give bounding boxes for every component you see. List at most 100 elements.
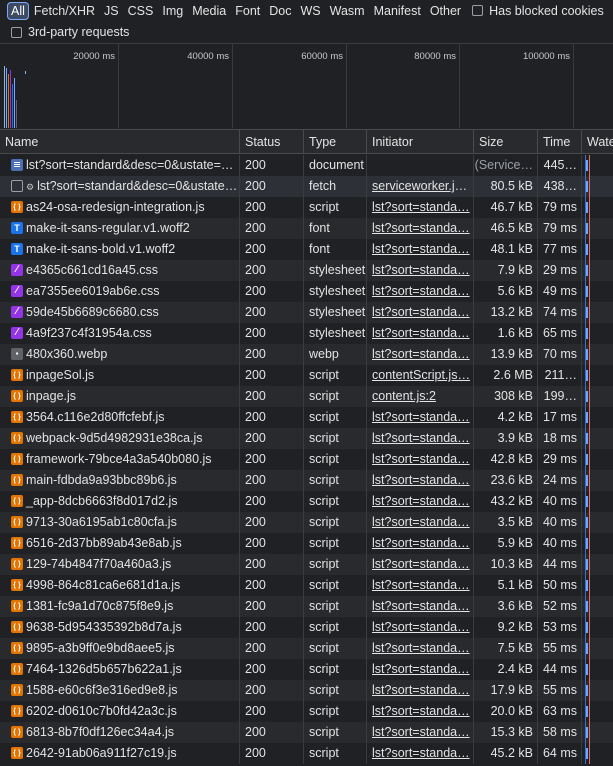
- initiator-cell[interactable]: lst?sort=standa…: [367, 680, 474, 701]
- initiator-cell[interactable]: lst?sort=standa…: [367, 344, 474, 365]
- blocked-cookies-checkbox[interactable]: [472, 5, 484, 16]
- table-row[interactable]: main-fdbda9a93bbc89b6.js 200scriptlst?sor…: [0, 470, 613, 491]
- filter-font[interactable]: Font: [231, 2, 264, 20]
- initiator-cell[interactable]: lst?sort=standa…: [367, 575, 474, 596]
- table-row[interactable]: 129-74b4847f70a460a3.js 200scriptlst?sort…: [0, 554, 613, 575]
- blocked-cookies-filter[interactable]: Has blocked cookies: [472, 4, 604, 18]
- request-name-cell[interactable]: ea7355ee6019ab6e.css: [0, 281, 240, 302]
- column-header-waterfall[interactable]: Waterfall: [582, 130, 613, 154]
- initiator-cell[interactable]: lst?sort=standa…: [367, 743, 474, 764]
- initiator-cell[interactable]: lst?sort=standa…: [367, 638, 474, 659]
- initiator-cell[interactable]: lst?sort=standa…: [367, 197, 474, 218]
- table-row[interactable]: 9638-5d954335392b8d7a.js 200scriptlst?sor…: [0, 617, 613, 638]
- initiator-cell[interactable]: lst?sort=standa…: [367, 554, 474, 575]
- table-row[interactable]: 1588-e60c6f3e316ed9e8.js 200scriptlst?sor…: [0, 680, 613, 701]
- request-name-cell[interactable]: 9895-a3b9ff0e9bd8aee5.js: [0, 638, 240, 659]
- request-name-cell[interactable]: framework-79bce4a3a540b080.js: [0, 449, 240, 470]
- column-header-type[interactable]: Type: [304, 130, 367, 154]
- filter-js[interactable]: JS: [100, 2, 123, 20]
- filter-manifest[interactable]: Manifest: [370, 2, 425, 20]
- filter-css[interactable]: CSS: [124, 2, 158, 20]
- third-party-checkbox[interactable]: [11, 26, 22, 38]
- initiator-cell[interactable]: contentScript.js…: [367, 365, 474, 386]
- request-name-cell[interactable]: 480x360.webp: [0, 344, 240, 365]
- filter-fetch-xhr[interactable]: Fetch/XHR: [30, 2, 99, 20]
- third-party-filter[interactable]: 3rd-party requests: [0, 22, 613, 42]
- initiator-cell[interactable]: lst?sort=standa…: [367, 281, 474, 302]
- request-name-cell[interactable]: 9713-30a6195ab1c80cfa.js: [0, 512, 240, 533]
- request-name-cell[interactable]: 2642-91ab06a911f27c19.js: [0, 743, 240, 764]
- request-name-cell[interactable]: inpageSol.js: [0, 365, 240, 386]
- request-name-cell[interactable]: 7464-1326d5b657b622a1.js: [0, 659, 240, 680]
- table-row[interactable]: 6813-8b7f0df126ec34a4.js 200scriptlst?sor…: [0, 722, 613, 743]
- initiator-cell[interactable]: lst?sort=standa…: [367, 302, 474, 323]
- table-row[interactable]: inpageSol.js 200scriptcontentScript.js…2.…: [0, 365, 613, 386]
- initiator-cell[interactable]: lst?sort=standa…: [367, 260, 474, 281]
- request-name-cell[interactable]: inpage.js: [0, 386, 240, 407]
- initiator-cell[interactable]: lst?sort=standa…: [367, 659, 474, 680]
- request-name-cell[interactable]: 6516-2d37bb89ab43e8ab.js: [0, 533, 240, 554]
- table-row[interactable]: as24-osa-redesign-integration.js 200scrip…: [0, 197, 613, 218]
- filter-other[interactable]: Other: [426, 2, 465, 20]
- initiator-cell[interactable]: lst?sort=standa…: [367, 491, 474, 512]
- timeline-overview[interactable]: 20000 ms 40000 ms 60000 ms 80000 ms 100000 m…: [0, 44, 613, 128]
- request-name-cell[interactable]: 3564.c116e2d80ffcfebf.js: [0, 407, 240, 428]
- initiator-cell[interactable]: lst?sort=standa…: [367, 470, 474, 491]
- request-name-cell[interactable]: 4998-864c81ca6e681d1a.js: [0, 575, 240, 596]
- request-name-cell[interactable]: main-fdbda9a93bbc89b6.js: [0, 470, 240, 491]
- initiator-cell[interactable]: lst?sort=standa…: [367, 323, 474, 344]
- table-row[interactable]: ea7355ee6019ab6e.css 200stylesheetlst?sor…: [0, 281, 613, 302]
- table-row[interactable]: 4a9f237c4f31954a.css 200stylesheetlst?sor…: [0, 323, 613, 344]
- request-name-cell[interactable]: _app-8dcb6663f8d017d2.js: [0, 491, 240, 512]
- table-row[interactable]: 6202-d0610c7b0fd42a3c.js 200scriptlst?sor…: [0, 701, 613, 722]
- filter-img[interactable]: Img: [158, 2, 187, 20]
- request-name-cell[interactable]: 6813-8b7f0df126ec34a4.js: [0, 722, 240, 743]
- initiator-cell[interactable]: content.js:2: [367, 386, 474, 407]
- initiator-cell[interactable]: lst?sort=standa…: [367, 218, 474, 239]
- table-row[interactable]: make-it-sans-regular.v1.woff2 200fontlst?…: [0, 218, 613, 239]
- request-name-cell[interactable]: 9638-5d954335392b8d7a.js: [0, 617, 240, 638]
- table-row[interactable]: e4365c661cd16a45.css 200stylesheetlst?sor…: [0, 260, 613, 281]
- initiator-cell[interactable]: lst?sort=standa…: [367, 512, 474, 533]
- request-name-cell[interactable]: 1588-e60c6f3e316ed9e8.js: [0, 680, 240, 701]
- table-row[interactable]: 480x360.webp 200webplst?sort=standa…13.9 …: [0, 344, 613, 365]
- table-row[interactable]: 7464-1326d5b657b622a1.js 200scriptlst?sor…: [0, 659, 613, 680]
- column-header-initiator[interactable]: Initiator: [367, 130, 474, 154]
- request-name-cell[interactable]: 1381-fc9a1d70c875f8e9.js: [0, 596, 240, 617]
- filter-all[interactable]: All: [7, 1, 29, 20]
- table-row[interactable]: 1381-fc9a1d70c875f8e9.js 200scriptlst?sor…: [0, 596, 613, 617]
- filter-media[interactable]: Media: [188, 2, 230, 20]
- filter-ws[interactable]: WS: [296, 2, 324, 20]
- table-row[interactable]: 59de45b6689c6680.css 200stylesheetlst?sor…: [0, 302, 613, 323]
- filter-doc[interactable]: Doc: [265, 2, 295, 20]
- table-row[interactable]: 3564.c116e2d80ffcfebf.js 200scriptlst?sor…: [0, 407, 613, 428]
- table-row[interactable]: 6516-2d37bb89ab43e8ab.js 200scriptlst?sor…: [0, 533, 613, 554]
- table-row[interactable]: make-it-sans-bold.v1.woff2 200fontlst?sor…: [0, 239, 613, 260]
- table-row[interactable]: 2642-91ab06a911f27c19.js 200scriptlst?sor…: [0, 743, 613, 764]
- request-name-cell[interactable]: make-it-sans-regular.v1.woff2: [0, 218, 240, 239]
- request-name-cell[interactable]: 129-74b4847f70a460a3.js: [0, 554, 240, 575]
- initiator-cell[interactable]: lst?sort=standa…: [367, 428, 474, 449]
- column-header-time[interactable]: Time: [538, 130, 582, 154]
- column-header-status[interactable]: Status: [240, 130, 304, 154]
- table-row[interactable]: lst?sort=standard&desc=0&ustate=… 200 docu…: [0, 155, 613, 176]
- table-row[interactable]: framework-79bce4a3a540b080.js 200scriptls…: [0, 449, 613, 470]
- column-header-size[interactable]: Size: [474, 130, 538, 154]
- initiator-cell[interactable]: lst?sort=standa…: [367, 407, 474, 428]
- request-name-cell[interactable]: 59de45b6689c6680.css: [0, 302, 240, 323]
- table-row[interactable]: 4998-864c81ca6e681d1a.js 200scriptlst?sor…: [0, 575, 613, 596]
- table-row[interactable]: 9895-a3b9ff0e9bd8aee5.js 200scriptlst?sor…: [0, 638, 613, 659]
- initiator-cell[interactable]: lst?sort=standa…: [367, 617, 474, 638]
- table-row[interactable]: webpack-9d5d4982931e38ca.js 200scriptlst?…: [0, 428, 613, 449]
- table-row[interactable]: 9713-30a6195ab1c80cfa.js 200scriptlst?sor…: [0, 512, 613, 533]
- request-name-cell[interactable]: 4a9f237c4f31954a.css: [0, 323, 240, 344]
- column-header-name[interactable]: Name: [0, 130, 240, 154]
- request-name-cell[interactable]: webpack-9d5d4982931e38ca.js: [0, 428, 240, 449]
- filter-wasm[interactable]: Wasm: [326, 2, 369, 20]
- initiator-cell[interactable]: serviceworker.js…: [367, 176, 474, 197]
- request-name-cell[interactable]: make-it-sans-bold.v1.woff2: [0, 239, 240, 260]
- table-row[interactable]: ⚙ lst?sort=standard&desc=0&ustate… 200 fetc…: [0, 176, 613, 197]
- initiator-cell[interactable]: lst?sort=standa…: [367, 449, 474, 470]
- request-name-cell[interactable]: e4365c661cd16a45.css: [0, 260, 240, 281]
- initiator-cell[interactable]: lst?sort=standa…: [367, 239, 474, 260]
